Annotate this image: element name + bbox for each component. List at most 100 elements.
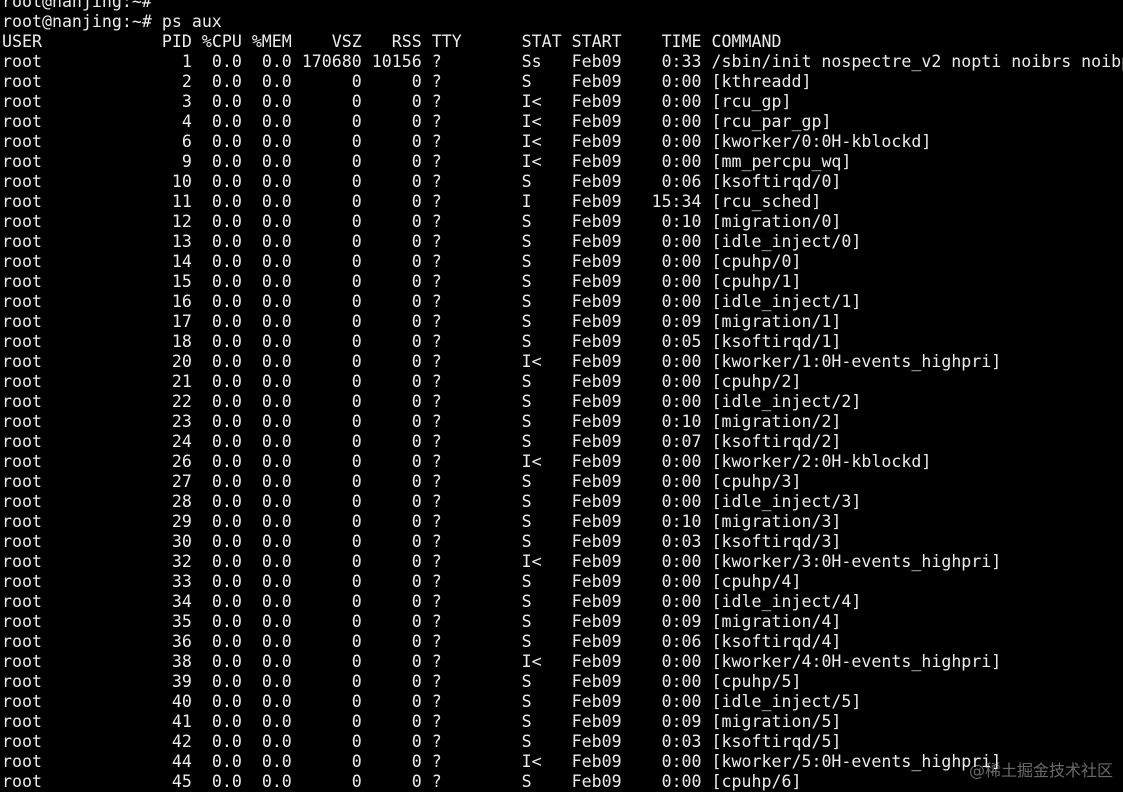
process-stat: S [521, 292, 532, 311]
process-pid: 6 [181, 132, 192, 151]
process-pid: 20 [171, 352, 192, 371]
terminal-output[interactable]: root@nanjing:~# root@nanjing:~# ps aux U… [2, 0, 1123, 792]
process-mem: 0.0 [261, 692, 292, 711]
process-vsz: 0 [351, 212, 362, 231]
process-tty: ? [431, 112, 442, 131]
process-command: [kworker/3:0H-events_highpri] [711, 552, 1002, 571]
process-start: Feb09 [571, 552, 622, 571]
process-command: [ksoftirqd/1] [711, 332, 842, 351]
process-user: root [2, 652, 42, 671]
process-row: root 3 0.0 0.0 0 0 ? I< Feb09 0:00 [rcu_… [2, 92, 1123, 112]
process-time: 0:06 [661, 632, 702, 651]
process-stat: S [521, 612, 532, 631]
header-pid: PID [161, 32, 192, 51]
process-stat: I< [521, 352, 542, 371]
process-pid: 28 [171, 492, 192, 511]
process-command: [idle_inject/1] [711, 292, 862, 311]
process-time: 0:07 [661, 432, 702, 451]
process-tty: ? [431, 152, 442, 171]
process-pid: 40 [171, 692, 192, 711]
process-start: Feb09 [571, 512, 622, 531]
process-time: 0:00 [661, 232, 702, 251]
process-pid: 11 [171, 192, 192, 211]
process-mem: 0.0 [261, 192, 292, 211]
process-rss: 0 [411, 452, 422, 471]
process-tty: ? [431, 512, 442, 531]
process-start: Feb09 [571, 532, 622, 551]
process-command: [idle_inject/2] [711, 392, 862, 411]
process-pid: 15 [171, 272, 192, 291]
process-row: root 41 0.0 0.0 0 0 ? S Feb09 0:09 [migr… [2, 712, 1123, 732]
process-start: Feb09 [571, 652, 622, 671]
process-time: 0:10 [661, 512, 702, 531]
process-vsz: 0 [351, 672, 362, 691]
entered-command: ps aux [161, 12, 222, 31]
process-user: root [2, 172, 42, 191]
process-cpu: 0.0 [211, 732, 242, 751]
process-rss: 0 [411, 132, 422, 151]
process-start: Feb09 [571, 72, 622, 91]
watermark: @稀土掘金技术社区 [968, 761, 1113, 780]
process-row: root 17 0.0 0.0 0 0 ? S Feb09 0:09 [migr… [2, 312, 1123, 332]
process-pid: 9 [181, 152, 192, 171]
process-time: 0:03 [661, 732, 702, 751]
process-cpu: 0.0 [211, 452, 242, 471]
process-user: root [2, 132, 42, 151]
process-time: 0:00 [661, 292, 702, 311]
process-cpu: 0.0 [211, 532, 242, 551]
process-vsz: 0 [351, 252, 362, 271]
process-rss: 0 [411, 232, 422, 251]
process-time: 0:06 [661, 172, 702, 191]
process-user: root [2, 612, 42, 631]
process-rss: 0 [411, 312, 422, 331]
process-start: Feb09 [571, 312, 622, 331]
process-row: root 24 0.0 0.0 0 0 ? S Feb09 0:07 [ksof… [2, 432, 1123, 452]
process-cpu: 0.0 [211, 212, 242, 231]
process-cpu: 0.0 [211, 492, 242, 511]
process-rss: 0 [411, 392, 422, 411]
process-pid: 45 [171, 772, 192, 791]
process-command: [migration/3] [711, 512, 842, 531]
process-mem: 0.0 [261, 632, 292, 651]
process-mem: 0.0 [261, 132, 292, 151]
process-stat: S [521, 672, 532, 691]
header-rss: RSS [391, 32, 422, 51]
process-start: Feb09 [571, 92, 622, 111]
process-pid: 18 [171, 332, 192, 351]
process-tty: ? [431, 52, 442, 71]
process-mem: 0.0 [261, 592, 292, 611]
process-vsz: 0 [351, 172, 362, 191]
process-row: root 30 0.0 0.0 0 0 ? S Feb09 0:03 [ksof… [2, 532, 1123, 552]
process-tty: ? [431, 492, 442, 511]
process-vsz: 0 [351, 612, 362, 631]
process-vsz: 0 [351, 152, 362, 171]
process-mem: 0.0 [261, 352, 292, 371]
process-row: root 15 0.0 0.0 0 0 ? S Feb09 0:00 [cpuh… [2, 272, 1123, 292]
process-tty: ? [431, 272, 442, 291]
process-row: root 1 0.0 0.0 170680 10156 ? Ss Feb09 0… [2, 52, 1123, 72]
process-rss: 0 [411, 632, 422, 651]
process-command: [rcu_sched] [711, 192, 822, 211]
process-vsz: 0 [351, 372, 362, 391]
process-tty: ? [431, 252, 442, 271]
process-rss: 0 [411, 652, 422, 671]
process-start: Feb09 [571, 572, 622, 591]
process-rss: 10156 [371, 52, 422, 71]
process-start: Feb09 [571, 172, 622, 191]
process-stat: S [521, 472, 532, 491]
ps-header-row: USER PID %CPU %MEM VSZ RSS TTY STAT STAR… [2, 32, 1123, 52]
process-vsz: 0 [351, 652, 362, 671]
process-tty: ? [431, 332, 442, 351]
process-cpu: 0.0 [211, 72, 242, 91]
process-start: Feb09 [571, 712, 622, 731]
process-start: Feb09 [571, 212, 622, 231]
process-time: 0:05 [661, 332, 702, 351]
process-pid: 2 [181, 72, 192, 91]
process-vsz: 0 [351, 712, 362, 731]
process-tty: ? [431, 432, 442, 451]
process-vsz: 0 [351, 532, 362, 551]
process-vsz: 0 [351, 392, 362, 411]
process-rss: 0 [411, 332, 422, 351]
process-mem: 0.0 [261, 72, 292, 91]
process-tty: ? [431, 352, 442, 371]
